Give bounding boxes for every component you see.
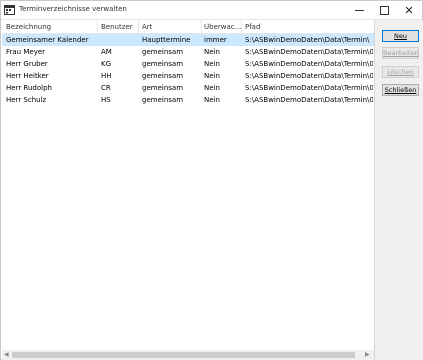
cell-pfad: S:\ASBwinDemoDaten\Data\Termin\000 <box>245 48 373 56</box>
cell-benutzer: AM <box>101 48 112 56</box>
horizontal-scrollbar[interactable]: ◀ ▶ <box>2 350 374 360</box>
column-separator[interactable] <box>97 20 98 33</box>
close-icon: ✕ <box>404 3 414 17</box>
column-header-ueberwachung[interactable]: Überwac... <box>204 23 241 31</box>
cell-art: gemeinsam <box>142 96 184 104</box>
cell-art: gemeinsam <box>142 84 184 92</box>
window-title: Terminverzeichnisse verwalten <box>19 5 127 13</box>
cell-pfad: S:\ASBwinDemoDaten\Data\Termin\000 <box>245 96 373 104</box>
cell-art: Haupttermine <box>142 36 191 44</box>
cell-ueberwachung: Nein <box>204 84 220 92</box>
scrollbar-thumb[interactable] <box>12 352 355 358</box>
button-panel: Neu Bearbeiten Löschen Schließen <box>375 20 423 360</box>
column-separator[interactable] <box>138 20 139 33</box>
cell-ueberwachung: Nein <box>204 72 220 80</box>
column-header-art[interactable]: Art <box>142 23 152 31</box>
close-window-button[interactable]: ✕ <box>397 1 421 19</box>
close-button[interactable]: Schließen <box>382 84 419 96</box>
minimize-icon <box>354 9 364 11</box>
cell-art: gemeinsam <box>142 72 184 80</box>
cell-pfad: S:\ASBwinDemoDaten\Data\Termin\000 <box>245 60 373 68</box>
list-row[interactable]: Herr Gruber KG gemeinsam Nein S:\ASBwinD… <box>2 58 374 70</box>
directory-list[interactable]: Bezeichnung Benutzer Art Überwac... Pfad… <box>2 20 375 360</box>
maximize-button[interactable] <box>372 1 396 19</box>
list-row[interactable]: Frau Meyer AM gemeinsam Nein S:\ASBwinDe… <box>2 46 374 58</box>
cell-pfad: S:\ASBwinDemoDaten\Data\Termin\000 <box>245 84 373 92</box>
list-row[interactable]: Herr Rudolph CR gemeinsam Nein S:\ASBwin… <box>2 82 374 94</box>
cell-bezeichnung: Herr Rudolph <box>6 84 52 92</box>
list-row[interactable]: Herr Schulz HS gemeinsam Nein S:\ASBwinD… <box>2 94 374 106</box>
list-rows: Gemeinsamer Kalender Haupttermine immer … <box>2 34 374 106</box>
cell-ueberwachung: immer <box>204 36 227 44</box>
list-row[interactable]: Gemeinsamer Kalender Haupttermine immer … <box>2 34 374 46</box>
cell-ueberwachung: Nein <box>204 48 220 56</box>
cell-bezeichnung: Herr Schulz <box>6 96 47 104</box>
title-bar: Terminverzeichnisse verwalten ✕ <box>1 1 422 20</box>
dialog-window: Terminverzeichnisse verwalten ✕ Bezeichn… <box>0 0 423 360</box>
minimize-button[interactable] <box>347 1 371 19</box>
cell-bezeichnung: Herr Gruber <box>6 60 48 68</box>
cell-pfad: S:\ASBwinDemoDaten\Data\Termin\ <box>245 36 370 44</box>
cell-pfad: S:\ASBwinDemoDaten\Data\Termin\000 <box>245 72 373 80</box>
column-separator[interactable] <box>201 20 202 33</box>
cell-ueberwachung: Nein <box>204 96 220 104</box>
delete-button[interactable]: Löschen <box>382 66 419 78</box>
new-button[interactable]: Neu <box>382 30 419 42</box>
cell-benutzer: HH <box>101 72 112 80</box>
cell-art: gemeinsam <box>142 60 184 68</box>
list-row[interactable]: Herr Heitker HH gemeinsam Nein S:\ASBwin… <box>2 70 374 82</box>
scroll-left-icon[interactable]: ◀ <box>4 351 9 358</box>
edit-button[interactable]: Bearbeiten <box>382 47 419 59</box>
column-separator[interactable] <box>241 20 242 33</box>
calendar-app-icon <box>4 4 15 15</box>
cell-bezeichnung: Frau Meyer <box>6 48 46 56</box>
cell-ueberwachung: Nein <box>204 60 220 68</box>
column-header-bezeichnung[interactable]: Bezeichnung <box>6 23 51 31</box>
cell-art: gemeinsam <box>142 48 184 56</box>
cell-benutzer: CR <box>101 84 111 92</box>
column-header-pfad[interactable]: Pfad <box>245 23 260 31</box>
cell-bezeichnung: Herr Heitker <box>6 72 49 80</box>
scroll-right-icon[interactable]: ▶ <box>365 351 370 358</box>
cell-benutzer: HS <box>101 96 111 104</box>
column-header-benutzer[interactable]: Benutzer <box>101 23 133 31</box>
cell-bezeichnung: Gemeinsamer Kalender <box>6 36 89 44</box>
maximize-icon <box>379 5 389 15</box>
cell-benutzer: KG <box>101 60 112 68</box>
list-header: Bezeichnung Benutzer Art Überwac... Pfad <box>2 20 374 34</box>
